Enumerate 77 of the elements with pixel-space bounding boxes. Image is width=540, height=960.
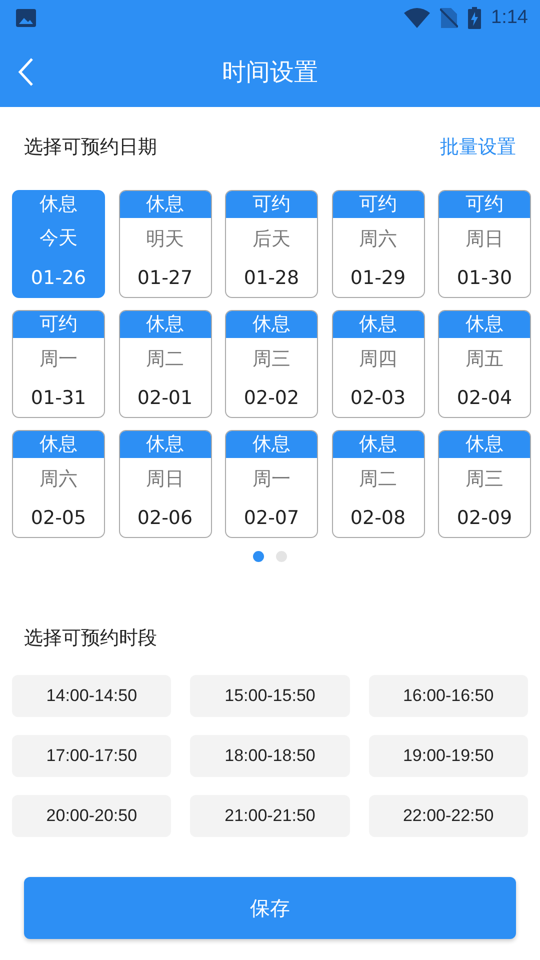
date-label: 02-04 xyxy=(456,387,512,409)
day-label: 周一 xyxy=(40,347,78,372)
day-label: 明天 xyxy=(146,227,184,252)
day-label: 周二 xyxy=(146,347,184,372)
time-slot-button[interactable]: 20:00-20:50 xyxy=(12,795,172,837)
status-label: 可约 xyxy=(439,191,530,218)
day-label: 周日 xyxy=(466,227,504,252)
image-icon xyxy=(16,9,36,27)
status-label: 休息 xyxy=(439,431,530,458)
page-title: 时间设置 xyxy=(222,56,318,88)
date-label: 01-28 xyxy=(244,267,300,289)
day-label: 周三 xyxy=(252,347,290,372)
status-time: 1:14 xyxy=(491,7,528,29)
status-label: 休息 xyxy=(226,431,317,458)
status-label: 可约 xyxy=(13,311,104,338)
time-slot-button[interactable]: 19:00-19:50 xyxy=(368,735,528,777)
date-card[interactable]: 休息 周日 02-06 xyxy=(118,430,212,538)
time-slot-button[interactable]: 17:00-17:50 xyxy=(12,735,172,777)
date-card[interactable]: 休息 周二 02-08 xyxy=(332,430,424,538)
date-label: 02-07 xyxy=(244,507,300,529)
time-slot-button[interactable]: 22:00-22:50 xyxy=(368,795,528,837)
date-card[interactable]: 休息 周三 02-09 xyxy=(438,430,531,538)
date-label: 02-09 xyxy=(456,507,512,529)
date-card[interactable]: 可约 周日 01-30 xyxy=(438,190,531,298)
status-label: 休息 xyxy=(332,431,424,458)
time-slot-button[interactable]: 15:00-15:50 xyxy=(190,675,350,717)
date-label: 01-31 xyxy=(30,387,86,409)
status-label: 休息 xyxy=(332,311,424,338)
date-label: 02-02 xyxy=(244,387,300,409)
day-label: 后天 xyxy=(252,227,290,252)
status-label: 休息 xyxy=(120,191,210,218)
page-dot[interactable] xyxy=(276,551,287,562)
time-slot-button[interactable]: 18:00-18:50 xyxy=(190,735,350,777)
date-card[interactable]: 可约 后天 01-28 xyxy=(225,190,318,298)
date-label: 01-29 xyxy=(350,267,406,289)
date-card[interactable]: 休息 周二 02-01 xyxy=(118,310,212,418)
date-card[interactable]: 可约 周六 01-29 xyxy=(332,190,424,298)
time-slot-button[interactable]: 14:00-14:50 xyxy=(12,675,172,717)
date-card[interactable]: 休息 周六 02-05 xyxy=(12,430,105,538)
day-label: 今天 xyxy=(40,226,78,251)
date-label: 01-30 xyxy=(456,267,512,289)
date-card[interactable]: 休息 周三 02-02 xyxy=(225,310,318,418)
time-slot-button[interactable]: 21:00-21:50 xyxy=(190,795,350,837)
day-label: 周二 xyxy=(359,467,397,492)
status-label: 休息 xyxy=(120,431,210,458)
battery-charging-icon xyxy=(468,7,482,29)
date-label: 02-01 xyxy=(137,387,193,409)
date-card[interactable]: 休息 周四 02-03 xyxy=(332,310,424,418)
status-label: 可约 xyxy=(332,191,424,218)
wifi-icon xyxy=(404,8,430,28)
no-sim-icon xyxy=(440,8,458,28)
date-label: 02-08 xyxy=(350,507,406,529)
status-label: 休息 xyxy=(13,431,104,458)
section-title: 选择可预约时段 xyxy=(24,627,157,649)
status-label: 可约 xyxy=(226,191,317,218)
day-label: 周五 xyxy=(466,347,504,372)
date-label: 01-26 xyxy=(30,267,86,289)
day-label: 周一 xyxy=(252,467,290,492)
date-label: 02-06 xyxy=(137,507,193,529)
page-dot[interactable] xyxy=(253,551,264,562)
time-slot-button[interactable]: 16:00-16:50 xyxy=(368,675,528,717)
date-label: 02-03 xyxy=(350,387,406,409)
date-label: 01-27 xyxy=(137,267,193,289)
date-card[interactable]: 休息 周一 02-07 xyxy=(225,430,318,538)
date-card[interactable]: 休息 周五 02-04 xyxy=(438,310,531,418)
date-card[interactable]: 休息 明天 01-27 xyxy=(118,190,212,298)
status-label: 休息 xyxy=(226,311,317,338)
section-title: 选择可预约日期 xyxy=(24,135,157,160)
day-label: 周六 xyxy=(359,227,397,252)
date-label: 02-05 xyxy=(30,507,86,529)
status-label: 休息 xyxy=(439,311,530,338)
date-card[interactable]: 可约 周一 01-31 xyxy=(12,310,105,418)
day-label: 周日 xyxy=(146,467,184,492)
status-label: 休息 xyxy=(120,311,210,338)
day-label: 周六 xyxy=(40,467,78,492)
day-label: 周四 xyxy=(359,347,397,372)
day-label: 周三 xyxy=(466,467,504,492)
